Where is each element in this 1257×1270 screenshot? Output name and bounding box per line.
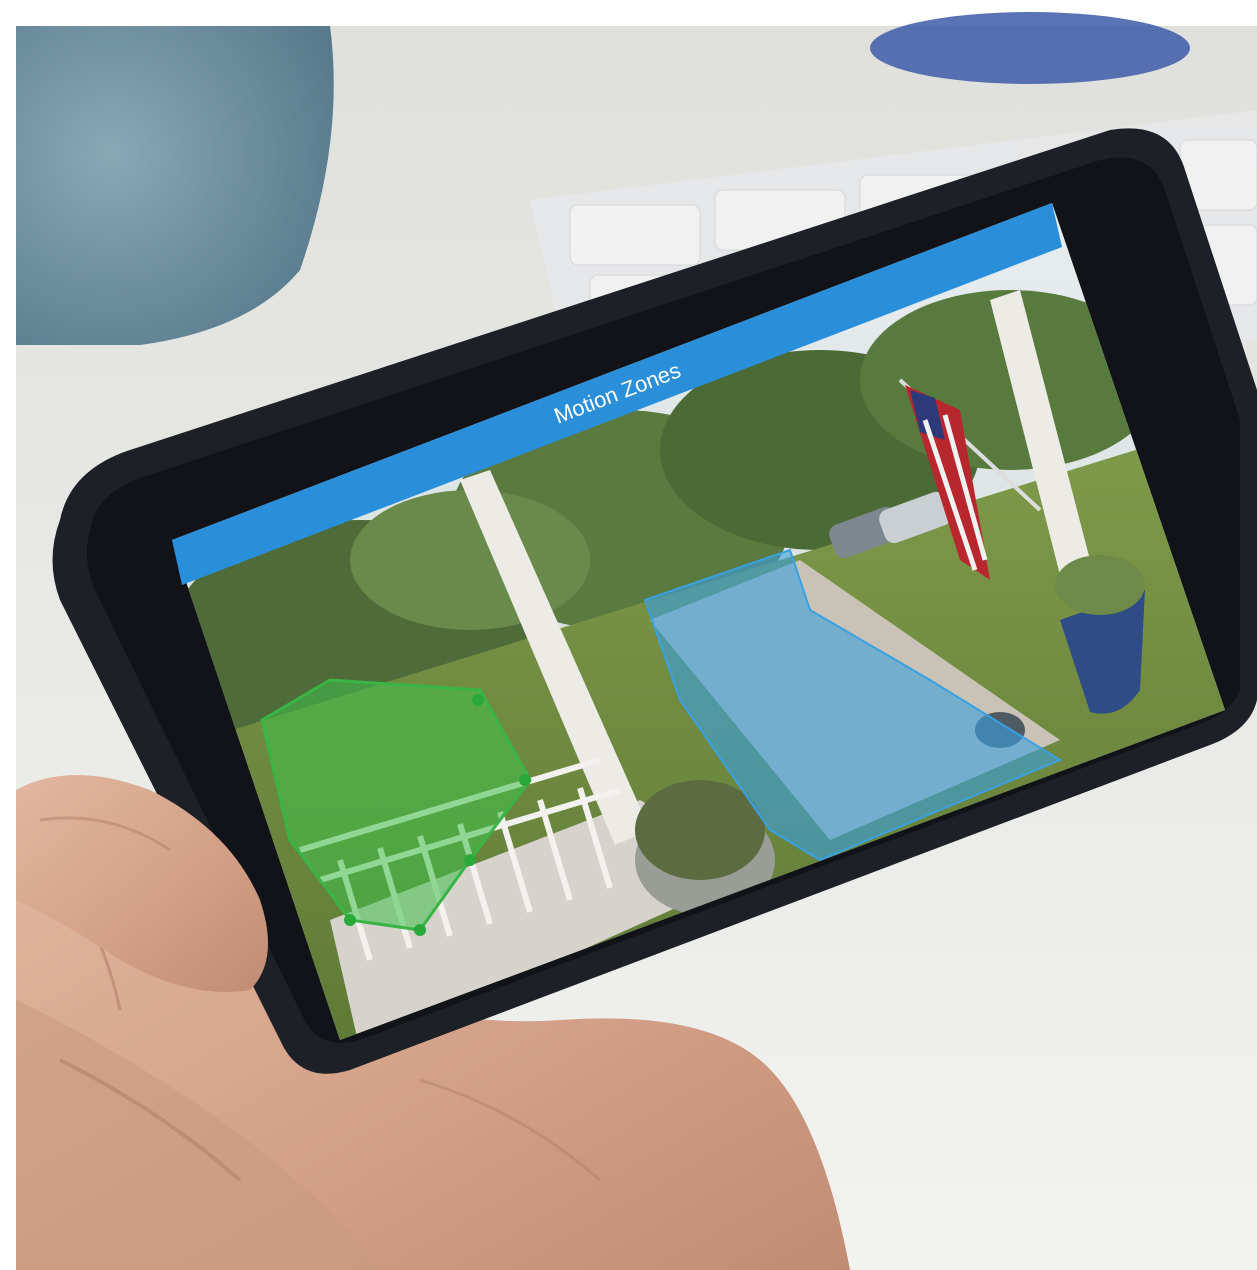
photo-scene: Motion Zones — [0, 0, 1257, 1270]
zone-handle[interactable] — [344, 914, 356, 926]
zone-handle[interactable] — [414, 924, 426, 936]
zone-handle[interactable] — [519, 774, 531, 786]
zone-handle[interactable] — [464, 854, 476, 866]
blue-object-shape — [870, 12, 1190, 84]
zone-handle[interactable] — [472, 694, 484, 706]
